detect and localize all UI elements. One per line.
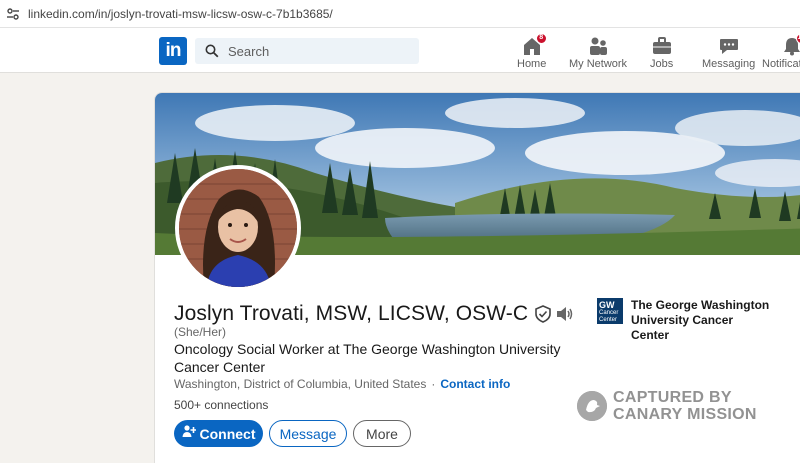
- nav-label: Jobs: [650, 58, 674, 70]
- bell-icon: 12: [781, 33, 800, 56]
- profile-name: Joslyn Trovati, MSW, LICSW, OSW-C: [174, 302, 529, 325]
- more-button[interactable]: More: [353, 420, 411, 447]
- pronouns: (She/Her): [174, 325, 227, 339]
- url-text[interactable]: linkedin.com/in/joslyn-trovati-msw-licsw…: [28, 7, 333, 21]
- nav-label: Notifications: [762, 58, 800, 70]
- nav-label: Home: [517, 58, 547, 70]
- home-icon: 8: [521, 33, 547, 56]
- browser-address-bar[interactable]: linkedin.com/in/joslyn-trovati-msw-licsw…: [0, 0, 800, 28]
- organization-name: The George Washington University Cancer …: [631, 298, 770, 342]
- org-logo-initials: GW: [599, 300, 615, 310]
- connections-count[interactable]: 500+ connections: [174, 398, 268, 412]
- profile-card: Joslyn Trovati, MSW, LICSW, OSW-C (She/H…: [154, 92, 800, 463]
- organization-logo: GW Cancer Center: [597, 298, 623, 324]
- briefcase-icon: [651, 36, 673, 56]
- message-icon: [718, 36, 740, 56]
- site-settings-icon[interactable]: [6, 7, 20, 21]
- contact-info-link[interactable]: Contact info: [440, 377, 510, 391]
- connect-label: Connect: [199, 425, 256, 442]
- home-badge: 8: [535, 33, 547, 44]
- org-logo-subtext: Cancer Center: [599, 310, 619, 323]
- location-row: Washington, District of Columbia, United…: [174, 377, 510, 391]
- add-person-icon: [182, 424, 196, 443]
- nav-notifications[interactable]: 12 Notifications: [762, 32, 800, 70]
- search-icon: [205, 44, 219, 58]
- connect-button[interactable]: Connect: [174, 420, 263, 447]
- nav-label: Messaging: [702, 58, 756, 70]
- location-text: Washington, District of Columbia, United…: [174, 377, 427, 391]
- message-button[interactable]: Message: [269, 420, 347, 447]
- nav-home[interactable]: 8 Home: [517, 32, 547, 70]
- profile-photo[interactable]: [175, 165, 301, 291]
- nav-label: My Network: [569, 58, 628, 70]
- profile-headline: Oncology Social Worker at The George Was…: [174, 341, 561, 375]
- profile-name-row: Joslyn Trovati, MSW, LICSW, OSW-C: [174, 302, 574, 326]
- search-bar[interactable]: [195, 38, 419, 64]
- search-input[interactable]: [228, 43, 408, 59]
- watermark-text: CAPTURED BY CANARY MISSION: [613, 389, 757, 423]
- nav-my-network[interactable]: My Network: [569, 32, 627, 70]
- separator-dot: ·: [431, 377, 436, 391]
- verified-shield-icon[interactable]: [534, 305, 552, 323]
- people-icon: [587, 36, 609, 56]
- linkedin-logo[interactable]: in: [159, 37, 187, 65]
- top-navigation: in 8 Home My Network Jobs Messaging: [0, 28, 800, 73]
- profile-actions: Connect Message More: [174, 420, 417, 447]
- nav-messaging[interactable]: Messaging: [702, 32, 755, 70]
- watermark-line1: CAPTURED BY: [613, 389, 732, 406]
- watermark: CAPTURED BY CANARY MISSION: [577, 389, 757, 423]
- speaker-icon[interactable]: [556, 306, 574, 322]
- current-organization[interactable]: GW Cancer Center The George Washington U…: [597, 298, 771, 343]
- watermark-line2: CANARY MISSION: [613, 406, 757, 423]
- nav-jobs[interactable]: Jobs: [650, 32, 673, 70]
- canary-mission-logo-icon: [577, 391, 607, 421]
